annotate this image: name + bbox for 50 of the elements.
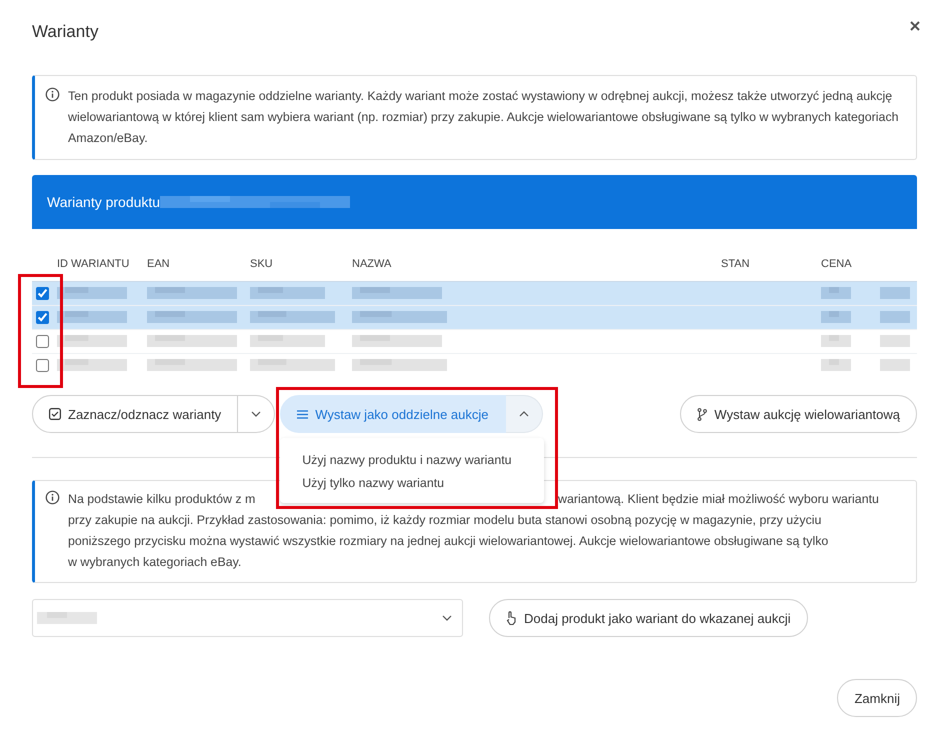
row-checkbox[interactable] — [36, 335, 49, 348]
dropdown-toggle[interactable] — [506, 395, 542, 433]
row-checkbox[interactable] — [36, 359, 49, 372]
column-header: SKU — [250, 258, 273, 270]
dropdown-toggle[interactable] — [238, 395, 276, 433]
column-header: ID WARIANTU — [57, 258, 130, 270]
blurred-text — [57, 287, 127, 299]
info-text: poniższego przycisku można wystawić wszystkie rozmiary na jednej aukcji wielowariantowej. Aukcje wielowariantowe obsługiwane są tylko — [68, 533, 830, 550]
column-header: NAZWA — [352, 258, 392, 270]
blurred-text — [821, 287, 851, 299]
close-button[interactable]: Zamknij — [837, 679, 917, 717]
blurred-text — [57, 359, 127, 371]
list-icon — [297, 410, 308, 418]
row-checkbox[interactable] — [36, 311, 49, 324]
blurred-text — [880, 311, 910, 323]
column-header: CENA — [821, 258, 852, 270]
list-multivariant-button[interactable]: Wystaw aukcję wielowariantową — [680, 395, 917, 433]
checkbox-icon — [49, 408, 61, 420]
add-variant-button[interactable]: Dodaj produkt jako wariant do wkazanej aukcji — [489, 599, 808, 637]
auction-select[interactable] — [32, 599, 463, 637]
blurred-text — [57, 335, 127, 347]
chevron-down-icon — [442, 615, 452, 621]
info-icon — [45, 87, 60, 102]
column-header: STAN — [721, 258, 750, 270]
blurred-text — [821, 359, 851, 371]
blurred-text — [880, 335, 910, 347]
blurred-text — [37, 612, 97, 624]
blurred-text — [57, 311, 127, 323]
dialog-title: Warianty — [32, 22, 98, 42]
panel-title: Warianty produktu — [47, 194, 160, 210]
blurred-text — [880, 359, 910, 371]
blurred-text — [821, 335, 851, 347]
blurred-text — [821, 311, 851, 323]
info-text: przy zakupie na aukcji. Przykład zastosowania: pomimo, iż każdy rozmiar modelu buta stanowi osobną pozycję w magazynie, przy użyciu — [68, 512, 822, 529]
row-checkbox[interactable] — [36, 287, 49, 300]
info-text: Na podstawie kilku produktów z m — [68, 492, 256, 506]
list-separately-button[interactable]: Wystaw jako oddzielne aukcje — [280, 395, 506, 433]
info-text: wariantową. Klient będzie miał możliwość wyboru wariantu — [558, 491, 879, 508]
menu-item[interactable]: Użyj nazwy produktu i nazwy wariantu — [280, 449, 544, 472]
info-icon — [45, 490, 60, 505]
column-header: EAN — [147, 258, 170, 270]
branch-icon — [697, 408, 708, 420]
close-icon[interactable] — [910, 21, 920, 31]
toggle-variants-button[interactable]: Zaznacz/odznacz warianty — [32, 395, 238, 433]
blurred-text — [880, 287, 910, 299]
chevron-up-icon — [518, 411, 528, 417]
info-text: Ten produkt posiada w magazynie oddzielne warianty. Każdy wariant może zostać wystawiony w odrębnej aukcji, możesz także utworzyć jedną aukcję wielowariantową w której klient sam wybiera wariant (np. rozmiar) przy zakupie. Aukcje wielowariantowe obsługiwane są tylko w wybranych kategoriach Amazon/eBay. — [68, 88, 900, 147]
menu-item[interactable]: Użyj tylko nazwy wariantu — [280, 472, 544, 495]
info-text: w wybranych kategoriach eBay. — [68, 554, 242, 571]
chevron-down-icon — [251, 411, 262, 417]
